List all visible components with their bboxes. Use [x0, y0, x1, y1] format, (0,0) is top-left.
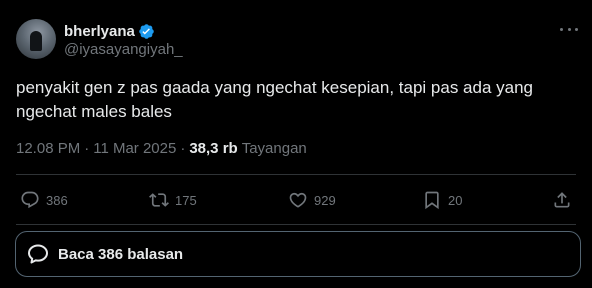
like-icon — [289, 192, 307, 208]
read-replies-button[interactable]: Baca 386 balasan — [15, 231, 581, 277]
tweet-meta: 12.08 PM · 11 Mar 2025 · 38,3 rb Tayanga… — [16, 140, 307, 157]
avatar-figure — [30, 31, 42, 51]
tweet-text: penyakit gen z pas gaada yang ngechat ke… — [16, 78, 533, 121]
meta-separator: · — [84, 140, 90, 157]
user-handle[interactable]: @iyasayangiyah_ — [64, 41, 183, 58]
like-button[interactable]: 929 — [288, 186, 336, 214]
retweet-icon — [149, 193, 169, 207]
reply-icon — [21, 191, 39, 209]
speech-bubble-icon — [28, 244, 48, 264]
action-bar: 386 175 929 20 — [16, 186, 576, 214]
display-name[interactable]: bherlyana — [64, 23, 135, 40]
divider-bottom — [16, 224, 576, 225]
bookmark-count: 20 — [448, 192, 463, 208]
more-options-icon[interactable] — [560, 24, 578, 34]
bookmark-icon — [425, 191, 439, 210]
views-label: Tayangan — [241, 140, 307, 157]
verified-badge-icon[interactable] — [138, 23, 155, 40]
name-row: bherlyana — [64, 22, 155, 40]
retweet-count: 175 — [175, 192, 197, 208]
bookmark-button[interactable]: 20 — [422, 186, 462, 214]
reply-button[interactable]: 386 — [20, 186, 68, 214]
meta-separator-2: · — [180, 140, 186, 157]
retweet-button[interactable]: 175 — [149, 186, 197, 214]
divider-top — [16, 174, 576, 175]
avatar[interactable] — [16, 19, 56, 59]
reply-count: 386 — [46, 192, 68, 208]
read-replies-label: Baca 386 balasan — [58, 245, 184, 263]
share-icon — [554, 192, 570, 208]
views-count: 38,3 rb — [189, 140, 238, 157]
share-button[interactable] — [552, 186, 572, 214]
tweet-date[interactable]: 11 Mar 2025 — [93, 140, 176, 157]
tweet-time[interactable]: 12.08 PM — [16, 140, 80, 157]
like-count: 929 — [314, 192, 336, 208]
